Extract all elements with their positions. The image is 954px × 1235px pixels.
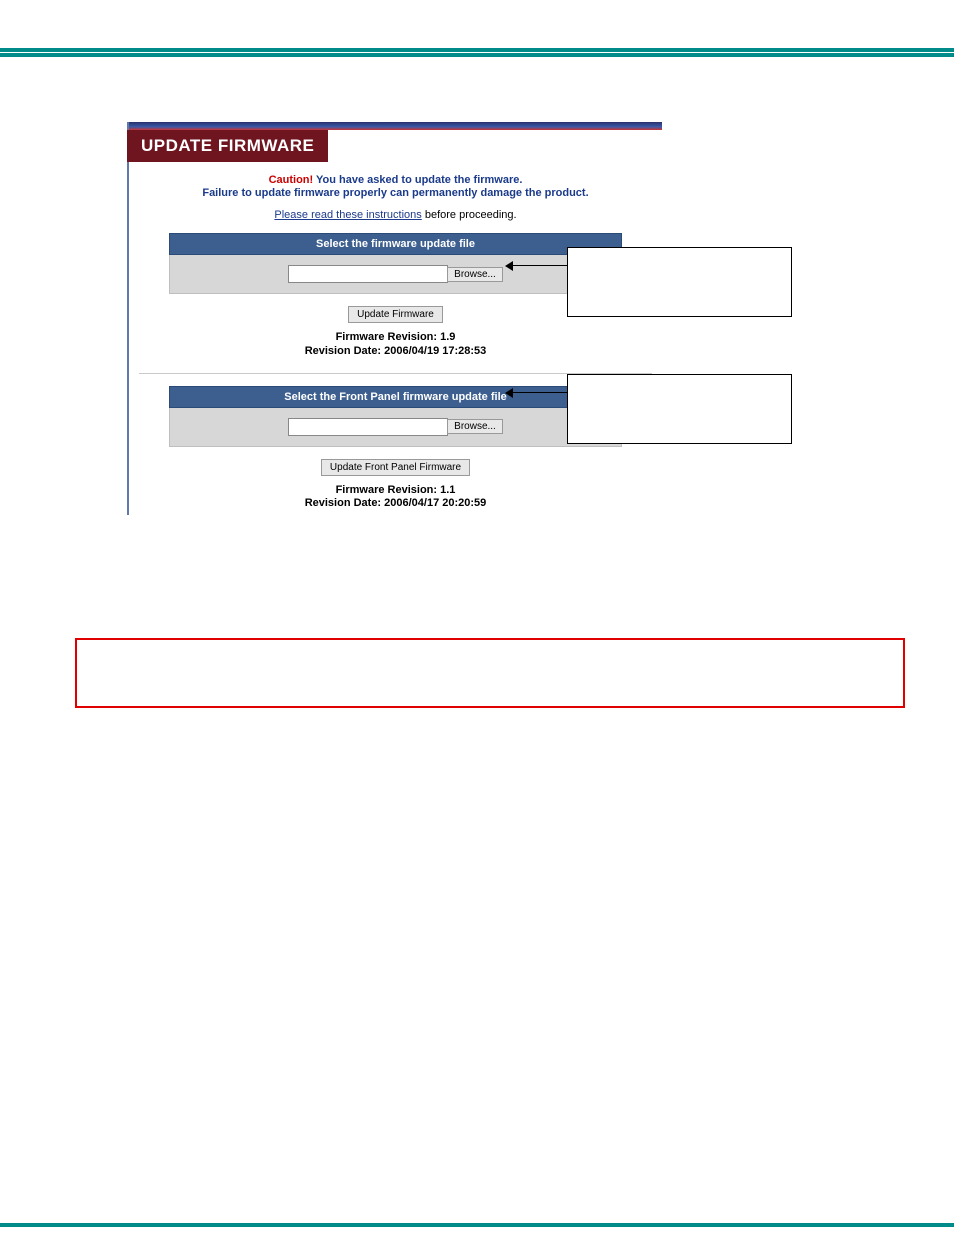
panel-title: UPDATE FIRMWARE [127, 130, 328, 162]
rule-bottom [0, 1223, 954, 1227]
section-firmware-body: Browse... [169, 255, 622, 294]
frontpanel-rev-date: Revision Date: 2006/04/17 20:20:59 [139, 497, 652, 511]
section-frontpanel: Select the Front Panel firmware update f… [169, 386, 622, 447]
section-frontpanel-head: Select the Front Panel firmware update f… [169, 386, 622, 408]
section-firmware-head: Select the firmware update file [169, 233, 622, 255]
callout-box-1 [567, 247, 792, 317]
instructions-link[interactable]: Please read these instructions [274, 209, 421, 221]
rule-top-2 [0, 53, 954, 57]
caution-line-2: Failure to update firmware properly can … [139, 187, 652, 199]
firmware-file-input[interactable] [288, 265, 448, 283]
firmware-rev-date: Revision Date: 2006/04/19 17:28:53 [139, 345, 652, 359]
update-firmware-button[interactable]: Update Firmware [348, 306, 443, 323]
frontpanel-rev-block: Firmware Revision: 1.1 Revision Date: 20… [139, 484, 652, 512]
caution-line-1: Caution! You have asked to update the fi… [139, 174, 652, 186]
firmware-rev-block: Firmware Revision: 1.9 Revision Date: 20… [139, 331, 652, 359]
rule-top [0, 48, 954, 52]
warning-box [75, 638, 905, 708]
panel-topbar [129, 122, 662, 130]
firmware-browse-button[interactable]: Browse... [447, 267, 503, 282]
caution-word: Caution! [269, 174, 314, 186]
section-frontpanel-body: Browse... [169, 408, 622, 447]
section-firmware: Select the firmware update file Browse..… [169, 233, 622, 294]
instructions-after: before proceeding. [422, 209, 517, 221]
firmware-rev: Firmware Revision: 1.9 [139, 331, 652, 345]
panel-body: Caution! You have asked to update the fi… [129, 162, 662, 515]
instructions-line: Please read these instructions before pr… [139, 209, 652, 221]
frontpanel-rev: Firmware Revision: 1.1 [139, 484, 652, 498]
callout-arrow-2 [507, 392, 567, 393]
frontpanel-browse-button[interactable]: Browse... [447, 419, 503, 434]
callout-box-2 [567, 374, 792, 444]
caution-rest: You have asked to update the firmware. [313, 174, 522, 186]
update-frontpanel-button[interactable]: Update Front Panel Firmware [321, 459, 470, 476]
frontpanel-file-input[interactable] [288, 418, 448, 436]
firmware-panel: UPDATE FIRMWARE Caution! You have asked … [127, 122, 662, 515]
callout-arrow-1 [507, 265, 567, 266]
